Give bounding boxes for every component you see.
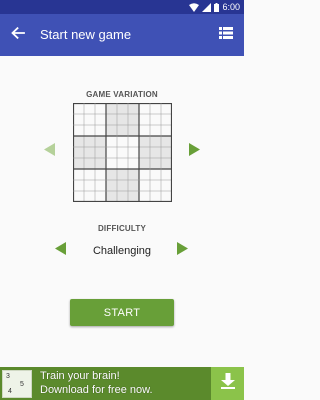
ad-icon-digit: 4 bbox=[8, 388, 12, 395]
status-time: 6:00 bbox=[222, 2, 240, 12]
sudoku-grid-preview[interactable] bbox=[73, 103, 172, 202]
triangle-left-icon bbox=[43, 143, 55, 161]
grid-box-shade bbox=[106, 169, 139, 202]
ad-headline: Train your brain! bbox=[40, 370, 120, 382]
list-icon bbox=[219, 26, 233, 44]
difficulty-value: Challenging bbox=[92, 245, 152, 257]
triangle-left-icon bbox=[54, 242, 66, 260]
difficulty-label: DIFFICULTY bbox=[97, 224, 147, 233]
arrow-left-icon bbox=[11, 26, 25, 44]
app-bar: Start new game bbox=[0, 14, 244, 56]
sudoku-grid bbox=[73, 103, 172, 202]
page-title: Start new game bbox=[40, 27, 132, 42]
battery-icon bbox=[214, 2, 220, 12]
grid-box-shade bbox=[73, 136, 106, 169]
ad-download-button[interactable] bbox=[211, 367, 244, 400]
start-button[interactable]: START bbox=[70, 299, 174, 326]
download-icon bbox=[220, 373, 235, 394]
triangle-right-icon bbox=[176, 242, 188, 260]
ad-banner[interactable]: 3 5 4 Train your brain! Download for fre… bbox=[0, 367, 244, 400]
signal-icon bbox=[202, 2, 212, 12]
ad-icon-digit: 5 bbox=[20, 381, 24, 388]
triangle-right-icon bbox=[188, 143, 200, 161]
back-button[interactable] bbox=[6, 23, 30, 47]
status-bar: 6:00 bbox=[0, 0, 244, 14]
ad-icon-digit: 3 bbox=[6, 373, 10, 380]
status-icons: 6:00 bbox=[189, 1, 240, 13]
list-view-button[interactable] bbox=[214, 23, 238, 47]
grid-box-shade bbox=[139, 136, 172, 169]
difficulty-prev-button[interactable] bbox=[53, 242, 67, 260]
game-variation-label: GAME VARIATION bbox=[86, 90, 158, 99]
wifi-icon bbox=[189, 2, 200, 12]
difficulty-next-button[interactable] bbox=[175, 242, 189, 260]
ad-app-icon: 3 5 4 bbox=[2, 370, 32, 398]
variation-prev-button[interactable] bbox=[42, 143, 56, 161]
grid-box-shade bbox=[106, 103, 139, 136]
ad-subline: Download for free now. bbox=[40, 384, 153, 396]
variation-next-button[interactable] bbox=[187, 143, 201, 161]
